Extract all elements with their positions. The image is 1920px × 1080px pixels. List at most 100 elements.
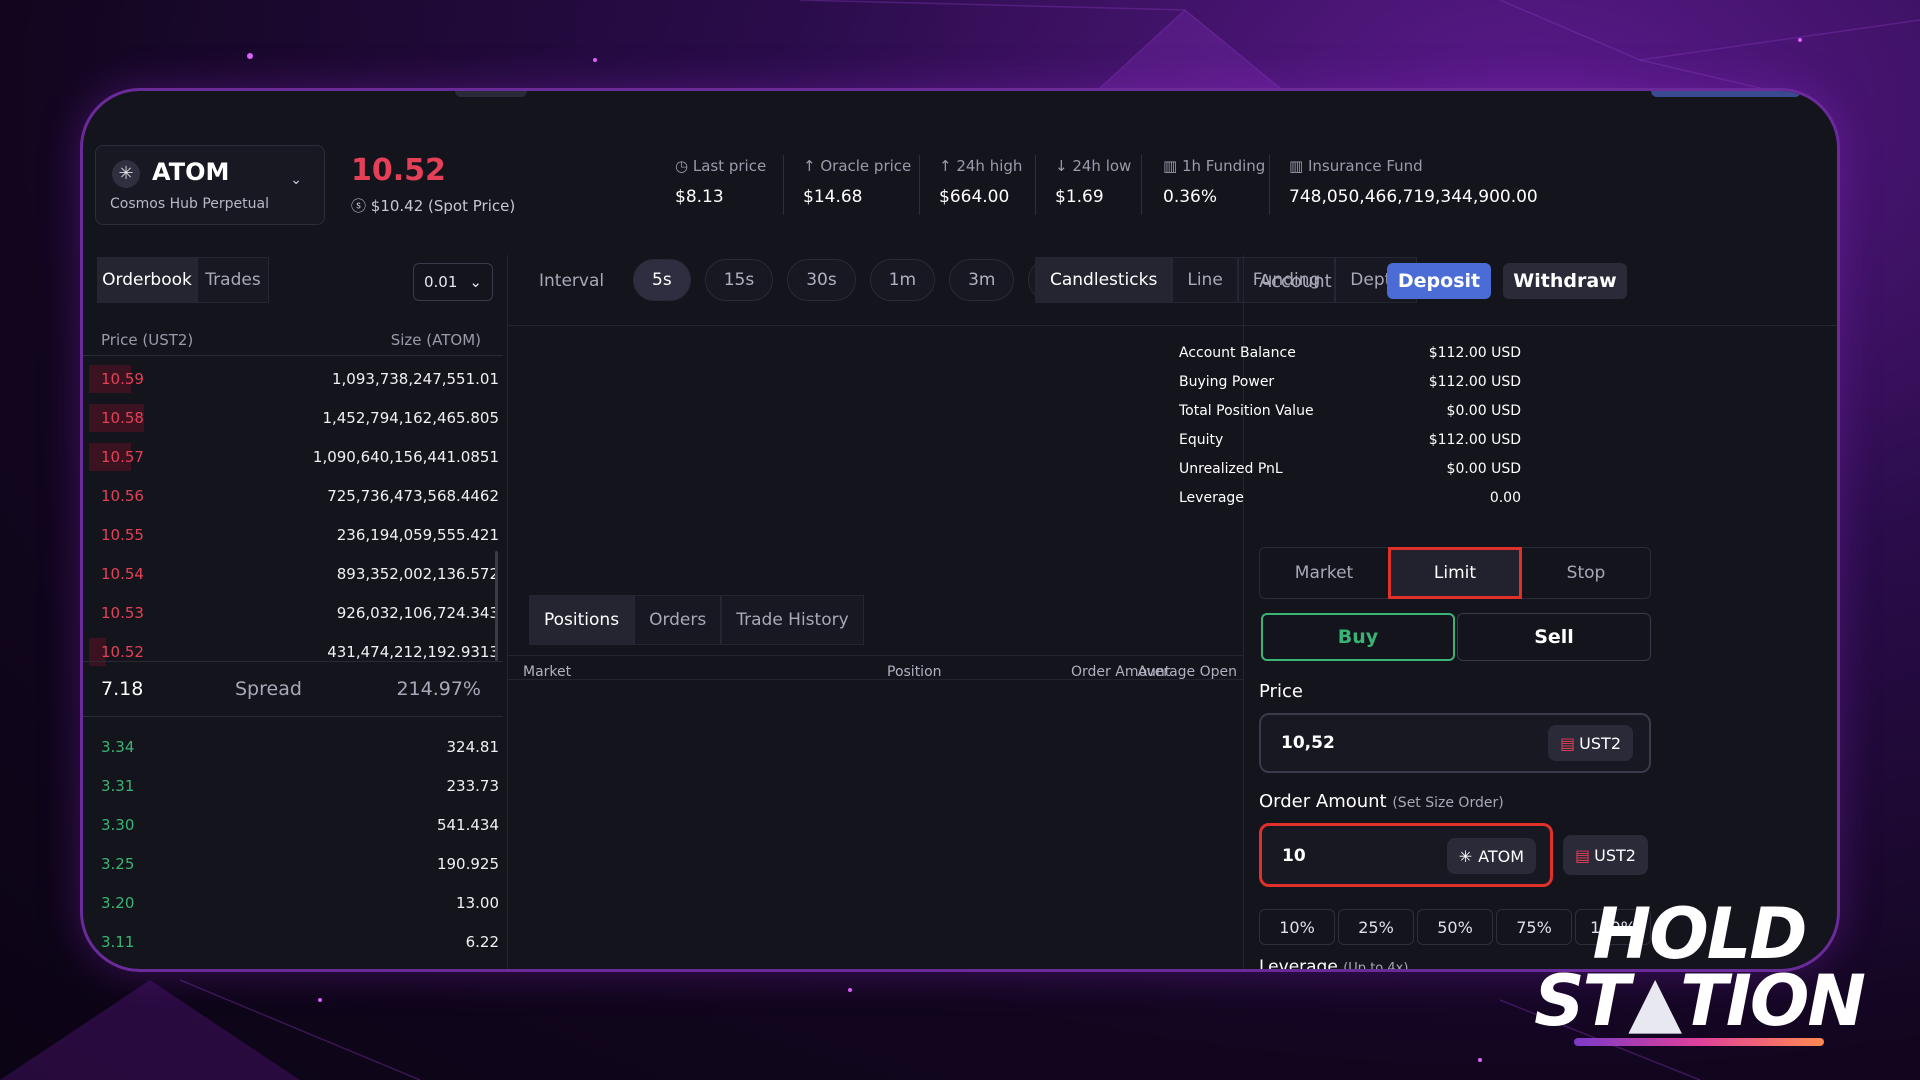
- order-amount-value: 10: [1282, 846, 1306, 866]
- buy-button[interactable]: Buy: [1261, 613, 1455, 661]
- spread-row: 7.18 Spread 214.97%: [83, 661, 503, 717]
- account-row: Account Balance $112.00 USD: [1179, 345, 1521, 369]
- token-ust2-alt[interactable]: ▤ UST2: [1563, 835, 1648, 875]
- ask-size: 893,352,002,136.572: [336, 565, 499, 583]
- orderbook-ask-row[interactable]: 10.58 1,452,794,162,465.805: [89, 402, 509, 434]
- col-average-open: Average Open: [1137, 664, 1237, 680]
- bid-size: 541.434: [436, 816, 499, 834]
- account-row-value: $112.00 USD: [1428, 432, 1521, 448]
- col-price: Price (UST2): [101, 331, 194, 349]
- tab-trade-history[interactable]: Trade History: [721, 595, 864, 645]
- bid-price: 3.11: [101, 933, 135, 951]
- order-type-tabs: Market Limit Stop: [1259, 547, 1651, 599]
- token-atom[interactable]: ✳ ATOM: [1446, 838, 1536, 874]
- logo-a-icon: ▲: [1628, 959, 1682, 1042]
- orderbook-ask-row[interactable]: 10.56 725,736,473,568.4462: [89, 480, 509, 512]
- ask-size: 725,736,473,568.4462: [327, 487, 499, 505]
- bid-size: 6.22: [465, 933, 499, 951]
- bid-size: 324.81: [446, 738, 500, 756]
- account-row-label: Leverage: [1179, 490, 1244, 506]
- interval-15s[interactable]: 15s: [704, 259, 774, 301]
- bid-price: 3.25: [101, 855, 135, 873]
- tab-orderbook[interactable]: Orderbook: [97, 257, 197, 303]
- order-amount-hint: (Set Size Order): [1392, 795, 1504, 811]
- tab-line[interactable]: Line: [1172, 257, 1238, 303]
- account-row-label: Unrealized PnL: [1179, 461, 1283, 477]
- ask-size: 431,474,212,192.9313: [327, 643, 499, 661]
- orderbook-ask-row[interactable]: 10.55 236,194,059,555.421: [89, 519, 509, 551]
- interval-1m[interactable]: 1m: [869, 259, 936, 301]
- chart-area[interactable]: [523, 341, 1233, 741]
- pct-25-button[interactable]: 25%: [1338, 909, 1414, 945]
- spread-label: Spread: [235, 678, 302, 700]
- ask-size: 1,452,794,162,465.805: [322, 409, 499, 427]
- interval-5s[interactable]: 5s: [633, 259, 691, 301]
- chevron-down-icon: ⌄: [290, 172, 302, 188]
- tab-trades[interactable]: Trades: [197, 257, 269, 303]
- leverage-label: Leverage (Up to 4x): [1259, 957, 1409, 972]
- ask-size: 926,032,106,724.343: [336, 604, 499, 622]
- orderbook-ask-row[interactable]: 10.57 1,090,640,156,441.0851: [89, 441, 509, 473]
- orderbook-ask-row[interactable]: 10.54 893,352,002,136.572: [89, 558, 509, 590]
- order-type-market[interactable]: Market: [1260, 548, 1388, 598]
- precision-select[interactable]: 0.01 ⌄: [413, 263, 493, 301]
- orderbook-bid-row[interactable]: 3.20 13.00: [89, 887, 509, 919]
- orderbook-ask-row[interactable]: 10.59 1,093,738,247,551.01: [89, 363, 509, 395]
- account-row-label: Equity: [1179, 432, 1224, 448]
- asset-selector[interactable]: ✳ ATOM Cosmos Hub Perpetual ⌄: [95, 145, 325, 225]
- account-row-value: $0.00 USD: [1446, 403, 1521, 419]
- pct-50-button[interactable]: 50%: [1417, 909, 1493, 945]
- sell-button[interactable]: Sell: [1457, 613, 1651, 661]
- leverage-hint: (Up to 4x): [1343, 961, 1409, 972]
- tab-candlesticks[interactable]: Candlesticks: [1035, 257, 1173, 303]
- col-size: Size (ATOM): [390, 331, 481, 349]
- orderbook-bid-row[interactable]: 3.25 190.925: [89, 848, 509, 880]
- price-input[interactable]: 10,52 ▤ UST2: [1259, 713, 1651, 773]
- orderbook-tabs: Orderbook Trades: [97, 257, 269, 303]
- order-type-stop[interactable]: Stop: [1522, 548, 1650, 598]
- token-ust2[interactable]: ▤ UST2: [1548, 725, 1633, 761]
- divider: [83, 355, 503, 356]
- chevron-down-icon: ⌄: [469, 273, 482, 291]
- orderbook-bid-row[interactable]: 3.31 233.73: [89, 770, 509, 802]
- interval-30s[interactable]: 30s: [787, 259, 856, 301]
- bid-price: 3.34: [101, 738, 135, 756]
- ask-price: 10.54: [101, 565, 144, 583]
- account-row-value: $0.00 USD: [1446, 461, 1521, 477]
- order-amount-label: Order Amount (Set Size Order): [1259, 791, 1504, 812]
- scrollbar[interactable]: [495, 551, 498, 661]
- stat-oracle-price: ↑ Oracle price $14.68: [803, 157, 912, 207]
- account-row: Unrealized PnL $0.00 USD: [1179, 461, 1521, 485]
- divider: [1141, 155, 1142, 215]
- order-amount-input[interactable]: 10 ✳ ATOM: [1259, 823, 1553, 887]
- account-row-value: $112.00 USD: [1428, 374, 1521, 390]
- arrow-up-icon: ↑: [939, 157, 957, 175]
- orderbook-bid-row[interactable]: 3.34 324.81: [89, 731, 509, 763]
- tab-orders[interactable]: Orders: [634, 595, 722, 645]
- withdraw-button[interactable]: Withdraw: [1503, 263, 1627, 299]
- account-row-value: 0.00: [1489, 490, 1521, 506]
- col-market: Market: [523, 664, 572, 680]
- orderbook-bid-row[interactable]: 3.11 6.22: [89, 926, 509, 958]
- stat-24h-low: ↓ 24h low $1.69: [1055, 157, 1132, 207]
- ask-price: 10.52: [101, 643, 144, 661]
- orderbook-ask-row[interactable]: 10.53 926,032,106,724.343: [89, 597, 509, 629]
- order-type-limit[interactable]: Limit: [1388, 547, 1522, 599]
- bid-size: 190.925: [436, 855, 499, 873]
- ask-size: 236,194,059,555.421: [336, 526, 499, 544]
- stat-insurance-fund: ▥ Insurance Fund 748,050,466,719,344,900…: [1289, 157, 1538, 207]
- pct-10-button[interactable]: 10%: [1259, 909, 1335, 945]
- tab-positions[interactable]: Positions: [529, 595, 635, 645]
- orderbook-bid-row[interactable]: 3.30 541.434: [89, 809, 509, 841]
- col-position: Position: [887, 664, 942, 680]
- account-row: Total Position Value $0.00 USD: [1179, 403, 1521, 427]
- interval-3m[interactable]: 3m: [949, 259, 1015, 301]
- bar-chart-icon: ▥: [1163, 157, 1182, 175]
- coin-icon: ⓢ: [351, 197, 371, 215]
- account-title: Account: [1259, 271, 1332, 292]
- clock-icon: ◷: [675, 157, 693, 175]
- app-window: ✳ ATOM Cosmos Hub Perpetual ⌄ 10.52 ⓢ $1…: [80, 88, 1840, 972]
- spread-value: 7.18: [101, 678, 144, 700]
- account-row: Leverage 0.00: [1179, 490, 1521, 514]
- deposit-button[interactable]: Deposit: [1387, 263, 1491, 299]
